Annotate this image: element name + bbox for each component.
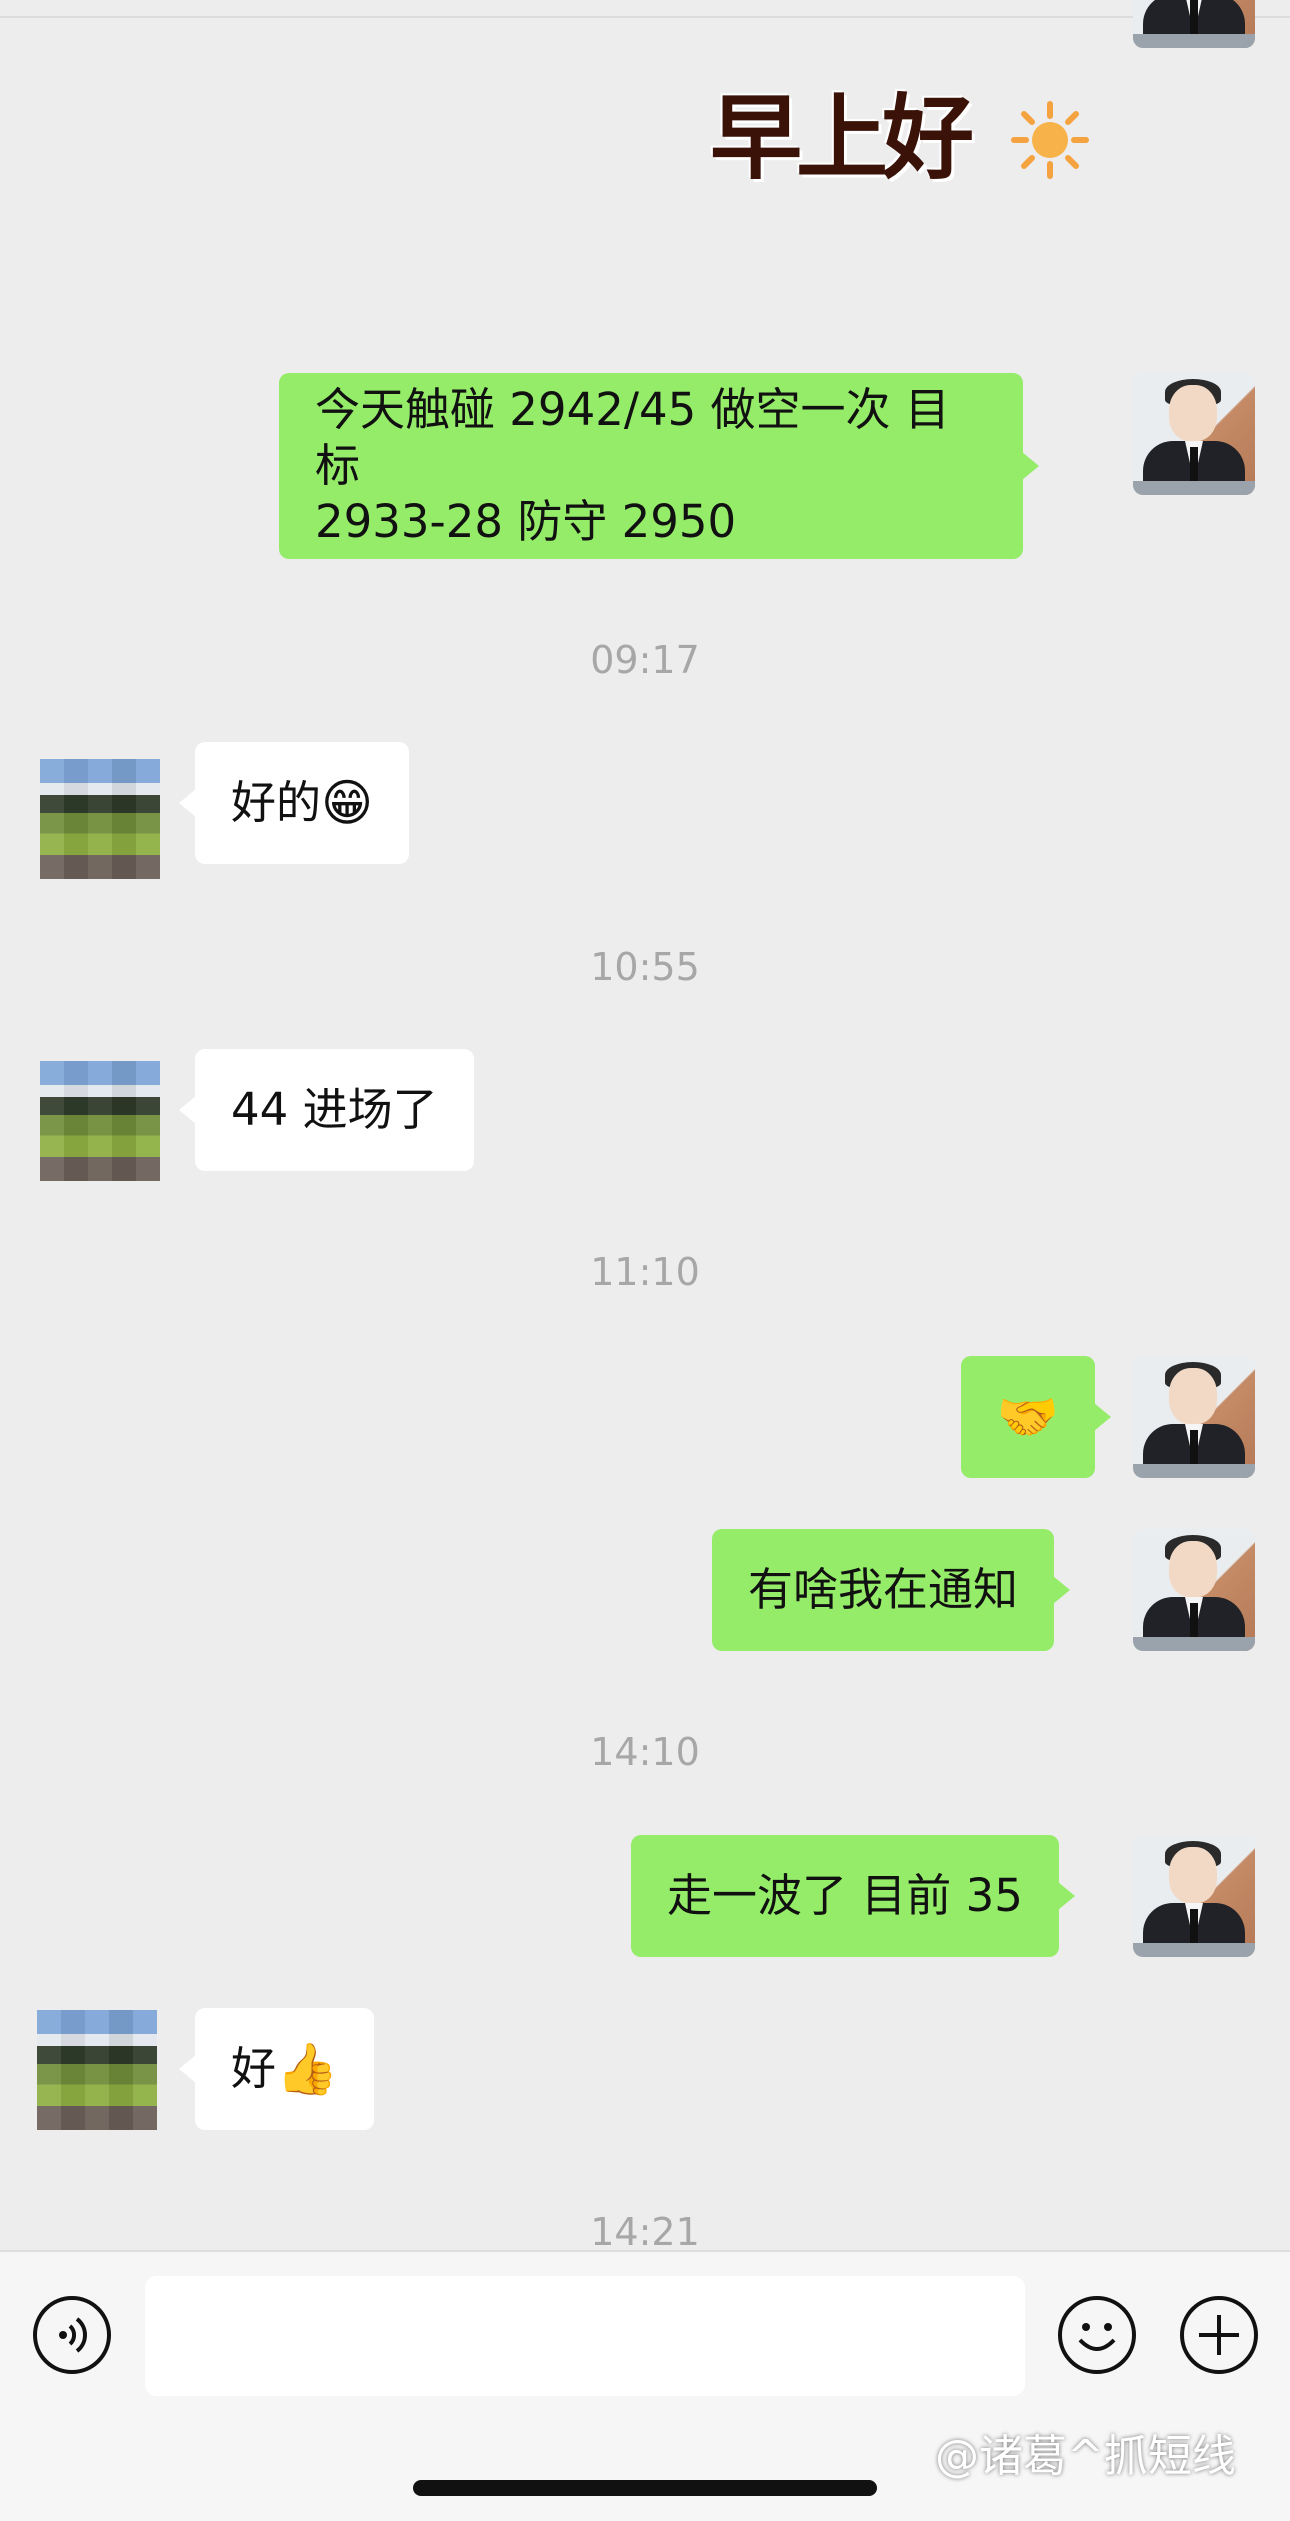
message-text: 44 进场了 bbox=[231, 1083, 438, 1136]
timestamp: 14:21 bbox=[590, 2210, 700, 2254]
outgoing-message[interactable]: 🤝 bbox=[961, 1356, 1111, 1478]
input-bar: @诸葛^抓短线 bbox=[0, 2250, 1290, 2521]
incoming-message[interactable]: 好 👍 bbox=[178, 2008, 375, 2130]
handshake-icon: 🤝 bbox=[996, 1388, 1060, 1446]
top-divider bbox=[0, 0, 1290, 18]
outgoing-message[interactable]: 走一波了 目前 35 bbox=[631, 1835, 1075, 1957]
incoming-message[interactable]: 好的 😁 bbox=[178, 742, 410, 864]
timestamp: 10:55 bbox=[590, 945, 700, 989]
outgoing-message[interactable]: 今天触碰 2942/45 做空一次 目标 2933-28 防守 2950 bbox=[279, 373, 1039, 559]
timestamp: 09:17 bbox=[590, 638, 700, 682]
timestamp: 14:10 bbox=[590, 1730, 700, 1774]
sun-icon bbox=[1011, 101, 1089, 179]
my-avatar[interactable] bbox=[1133, 373, 1255, 495]
grinning-face-icon: 😁 bbox=[321, 774, 374, 832]
sticker-text: 早上好 bbox=[710, 84, 974, 192]
voice-icon[interactable] bbox=[33, 2296, 111, 2374]
watermark: @诸葛^抓短线 bbox=[935, 2431, 1236, 2482]
my-avatar[interactable] bbox=[1133, 1356, 1255, 1478]
plus-icon[interactable] bbox=[1180, 2296, 1258, 2374]
thumbs-up-icon: 👍 bbox=[276, 2040, 339, 2098]
my-avatar[interactable] bbox=[1133, 1835, 1255, 1957]
message-text: 有啥我在通知 bbox=[748, 1563, 1019, 1616]
contact-avatar[interactable] bbox=[37, 2010, 157, 2130]
home-indicator[interactable] bbox=[413, 2480, 877, 2496]
incoming-message[interactable]: 44 进场了 bbox=[179, 1049, 474, 1171]
message-text: 好 bbox=[231, 2042, 277, 2095]
contact-avatar[interactable] bbox=[40, 759, 160, 879]
good-morning-sticker[interactable]: 早上好 bbox=[710, 78, 1090, 198]
message-text: 好的 bbox=[231, 776, 322, 829]
contact-avatar[interactable] bbox=[40, 1061, 160, 1181]
message-input[interactable] bbox=[145, 2276, 1025, 2396]
outgoing-message[interactable]: 有啥我在通知 bbox=[712, 1529, 1071, 1651]
timestamp: 11:10 bbox=[590, 1250, 700, 1294]
smiley-icon[interactable] bbox=[1058, 2296, 1136, 2374]
my-avatar[interactable] bbox=[1133, 1529, 1255, 1651]
my-avatar[interactable] bbox=[1133, 0, 1255, 48]
message-text-line: 2933-28 防守 2950 bbox=[315, 495, 737, 548]
message-text-line: 今天触碰 2942/45 做空一次 目标 bbox=[315, 383, 950, 492]
message-text: 走一波了 目前 35 bbox=[667, 1869, 1023, 1922]
